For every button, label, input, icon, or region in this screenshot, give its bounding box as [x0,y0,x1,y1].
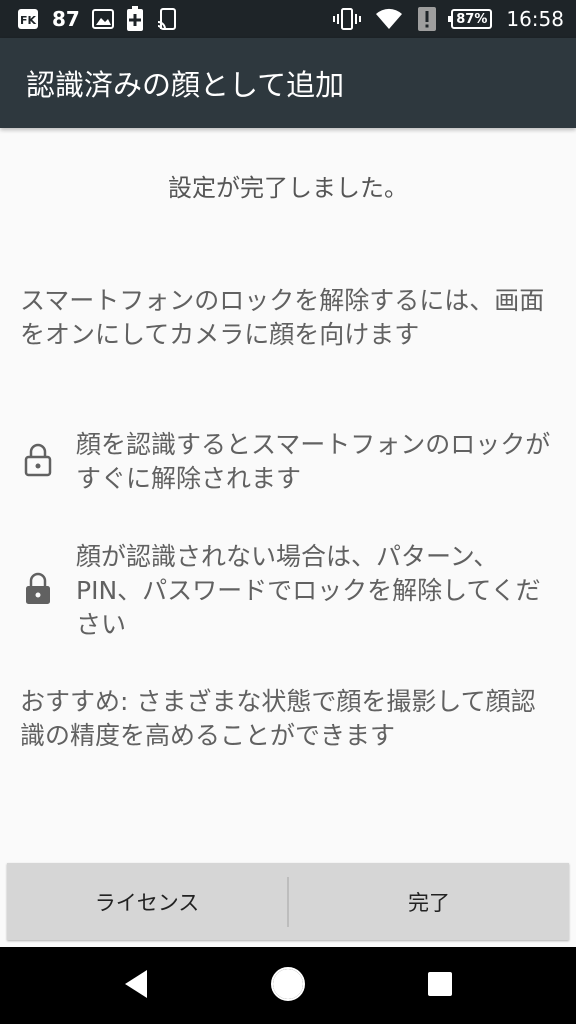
tip-text: おすすめ: さまざまな状態で顔を撮影して顔認識の精度を高めることができます [20,687,536,750]
lock-icon [24,572,52,610]
battery-indicator: 87% [448,9,493,29]
done-button[interactable]: 完了 [289,863,569,940]
bullet-text: 顔が認識されない場合は、パターン、PIN、パスワードでロックを解除してください [76,542,541,639]
image-icon [91,8,114,30]
page-title: 認識済みの顔として追加 [26,68,345,102]
back-button[interactable] [106,956,166,1016]
done-message: 設定が完了しました。 [168,174,408,202]
main-content: 設定が完了しました。 スマートフォンのロックを解除するには、画面をオンにしてカメ… [0,128,576,863]
home-icon [270,966,306,1006]
home-button[interactable] [258,956,318,1016]
instruction-text: スマートフォンのロックを解除するには、画面をオンにしてカメラに顔を向けます [20,286,545,349]
navigation-bar [0,947,576,1024]
alert-icon [417,6,437,32]
recents-button[interactable] [410,956,470,1016]
lock-open-icon [24,443,52,481]
notification-count: 87 [52,7,80,31]
bullet-unlock-instant: 顔を認識するとスマートフォンのロックがすぐに解除されます [0,428,576,496]
recents-icon [426,970,454,1002]
svg-text:FK: FK [20,14,37,27]
vibrate-icon [333,8,362,30]
app-bar: 認識済みの顔として追加 [0,38,576,128]
status-bar: FK 87 87% 16:58 [0,0,576,38]
bullet-text: 顔を認識するとスマートフォンのロックがすぐに解除されます [76,430,551,493]
clock: 16:58 [506,7,564,31]
button-bar: ライセンス 完了 [7,863,569,940]
app-notification-icon: FK [16,7,40,31]
battery-saver-icon [126,6,144,32]
wifi-icon [375,8,403,30]
cast-icon [156,7,180,31]
back-icon [121,968,151,1004]
bullet-fallback-unlock: 顔が認識されない場合は、パターン、PIN、パスワードでロックを解除してください [0,540,576,642]
license-button[interactable]: ライセンス [7,863,287,940]
